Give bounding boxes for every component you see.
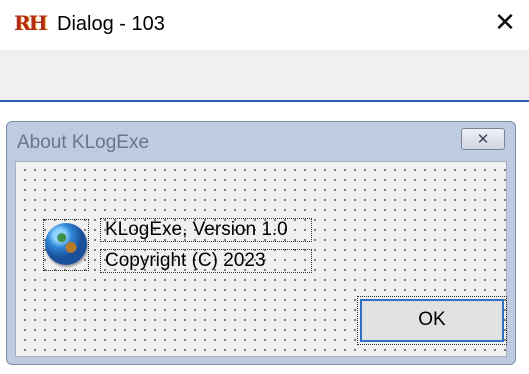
about-dialog: About KLogExe ✕ KLogExe, Version 1.0 Cop… — [6, 121, 516, 365]
globe-icon — [45, 223, 87, 265]
dialog-close-button[interactable]: ✕ — [461, 128, 505, 150]
toolbar-area — [0, 50, 529, 100]
window-close-button[interactable]: ✕ — [491, 8, 519, 38]
window-title: Dialog - 103 — [57, 13, 165, 35]
dialog-title: About KLogExe — [17, 132, 150, 153]
window-titlebar: RH Dialog - 103 ✕ — [0, 0, 529, 50]
version-label[interactable]: KLogExe, Version 1.0 — [100, 218, 312, 242]
app-logo-icon: RH — [14, 11, 48, 35]
dialog-client-area: KLogExe, Version 1.0 Copyright (C) 2023 … — [15, 161, 507, 357]
icon-control[interactable] — [43, 219, 89, 271]
copyright-label[interactable]: Copyright (C) 2023 — [100, 249, 312, 273]
ok-button[interactable]: OK — [357, 296, 507, 345]
